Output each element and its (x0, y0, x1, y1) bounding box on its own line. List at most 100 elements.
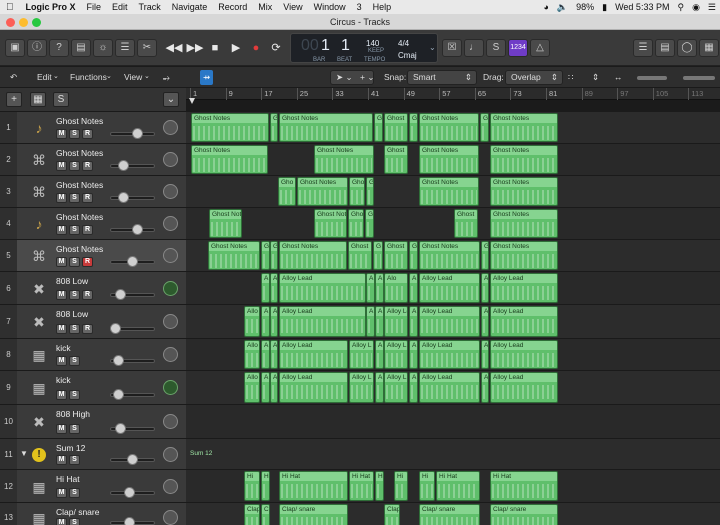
midi-region[interactable]: Hi (244, 471, 260, 501)
solo-button[interactable]: S (69, 193, 80, 203)
zoom-window-icon[interactable] (32, 18, 41, 27)
volume-knob[interactable] (113, 355, 124, 366)
midi-region[interactable]: Ghost (384, 145, 408, 174)
solo-button[interactable]: S (69, 390, 80, 400)
pan-knob[interactable] (163, 152, 178, 167)
midi-region[interactable]: Hi Hat (436, 471, 480, 501)
midi-region[interactable]: A (481, 306, 489, 337)
pan-knob[interactable] (163, 280, 178, 296)
midi-region[interactable]: Hi (419, 471, 435, 501)
notification-center-icon[interactable]: ☰ (708, 2, 716, 13)
track-lane[interactable] (186, 439, 720, 470)
midi-region[interactable]: Alloy Lead (419, 340, 480, 369)
menu-3[interactable]: 3 (357, 2, 362, 12)
mute-button[interactable]: M (56, 424, 67, 434)
volume-knob[interactable] (124, 487, 135, 498)
clock[interactable]: Wed 5:33 PM (615, 2, 669, 12)
midi-region[interactable]: Ghost Notes (279, 241, 347, 270)
midi-region[interactable]: Alloy Lead (419, 372, 480, 403)
menu-navigate[interactable]: Navigate (172, 2, 208, 12)
midi-region[interactable]: Ghost Notes (297, 177, 348, 206)
waveform-zoom-icon[interactable]: ∷ (568, 72, 573, 83)
midi-region[interactable]: Ghost Notes (490, 177, 558, 206)
menu-record[interactable]: Record (218, 2, 247, 12)
midi-region[interactable]: C (261, 504, 270, 525)
record-enable-button[interactable]: R (82, 324, 93, 334)
mute-button[interactable]: M (56, 324, 67, 334)
battery-icon[interactable]: ▮ (602, 2, 607, 13)
midi-region[interactable]: Clap/ snare (490, 504, 558, 525)
menu-mix[interactable]: Mix (258, 2, 272, 12)
track-name[interactable]: kick (56, 375, 71, 385)
mute-button[interactable]: M (56, 488, 67, 498)
midi-region[interactable]: G (481, 241, 489, 270)
menu-track[interactable]: Track (139, 2, 161, 12)
back-icon[interactable]: ↶ (10, 72, 17, 83)
metronome-icon[interactable]: △ (530, 39, 550, 57)
drag-select[interactable]: Overlap ⇕ (505, 70, 563, 85)
midi-region[interactable]: A (261, 306, 270, 337)
midi-region[interactable]: Ghost Notes (191, 113, 269, 142)
midi-region[interactable]: Alloy L (349, 340, 374, 369)
smart-controls-button[interactable]: ☼ (93, 39, 113, 57)
volume-knob[interactable] (132, 224, 143, 235)
midi-region[interactable]: Ghost (348, 241, 372, 270)
close-window-icon[interactable] (6, 18, 15, 27)
track-header[interactable]: 9 ▦ kick M S (0, 371, 186, 405)
midi-region[interactable]: Hi Hat (490, 471, 558, 501)
midi-region[interactable]: Ghost Notes (419, 177, 479, 206)
track-name[interactable]: Hi Hat (56, 474, 80, 484)
mute-button[interactable]: M (56, 257, 67, 267)
replace-button[interactable]: ☒ (442, 39, 462, 57)
mute-button[interactable]: M (56, 290, 67, 300)
midi-region[interactable]: A (375, 372, 384, 403)
volume-knob[interactable] (132, 128, 143, 139)
record-button[interactable]: ● (247, 38, 265, 58)
midi-region[interactable]: A (481, 273, 489, 303)
midi-region[interactable]: G (365, 209, 374, 238)
record-enable-button[interactable]: R (82, 225, 93, 235)
midi-region[interactable]: Alloy Lead (490, 306, 558, 337)
solo-button[interactable]: S (69, 488, 80, 498)
volume-slider[interactable] (110, 164, 155, 168)
quick-help-button[interactable]: ? (49, 39, 69, 57)
track-header[interactable]: 1 ♪ Ghost Notes M S R (0, 112, 186, 144)
notepad-button[interactable]: ▤ (655, 39, 675, 57)
track-header[interactable]: 12 ▦ Hi Hat M S (0, 470, 186, 503)
midi-region[interactable]: A (366, 306, 375, 337)
midi-region[interactable]: Ghost Notes (419, 241, 480, 270)
menu-app[interactable]: Logic Pro X (26, 2, 76, 12)
midi-region[interactable]: Alloy L (384, 340, 408, 369)
midi-region[interactable]: A (261, 340, 270, 369)
midi-region[interactable]: Alloy Lead (279, 273, 366, 303)
midi-region[interactable]: H (375, 471, 384, 501)
duplicate-track-icon[interactable]: ▦ (30, 92, 46, 107)
menu-window[interactable]: Window (314, 2, 346, 12)
horizontal-zoom-slider[interactable] (683, 76, 715, 80)
solo-button[interactable]: S (69, 324, 80, 334)
pan-knob[interactable] (163, 216, 178, 231)
pan-knob[interactable] (163, 248, 178, 263)
count-in-button[interactable]: 1234 (508, 39, 528, 57)
spotlight-icon[interactable]: ⚲ (677, 2, 684, 13)
midi-region[interactable]: Ghost Notes (314, 145, 374, 174)
midi-region[interactable]: A (366, 273, 375, 303)
track-header[interactable]: 13 ▦ Clap/ snare M S (0, 503, 186, 525)
midi-region[interactable]: Alloy Lead (279, 340, 348, 369)
track-header[interactable]: 10 ✖ 808 High M S (0, 405, 186, 439)
siri-icon[interactable]: ◉ (692, 2, 700, 13)
track-name[interactable]: 808 High (56, 409, 90, 419)
midi-region[interactable]: Gho (278, 177, 296, 206)
mute-button[interactable]: M (56, 390, 67, 400)
pan-knob[interactable] (163, 347, 178, 362)
midi-region[interactable]: Allo (244, 372, 260, 403)
midi-region[interactable]: Hi (394, 471, 408, 501)
solo-button[interactable]: S (69, 257, 80, 267)
solo-button[interactable]: S (69, 518, 80, 525)
midi-region[interactable]: G (409, 113, 418, 142)
tuner-button[interactable]: ♩ (464, 39, 484, 57)
add-track-button[interactable]: + (6, 92, 22, 107)
midi-region[interactable]: G (366, 177, 374, 206)
record-enable-button[interactable]: R (82, 290, 93, 300)
track-lane[interactable] (186, 208, 720, 240)
